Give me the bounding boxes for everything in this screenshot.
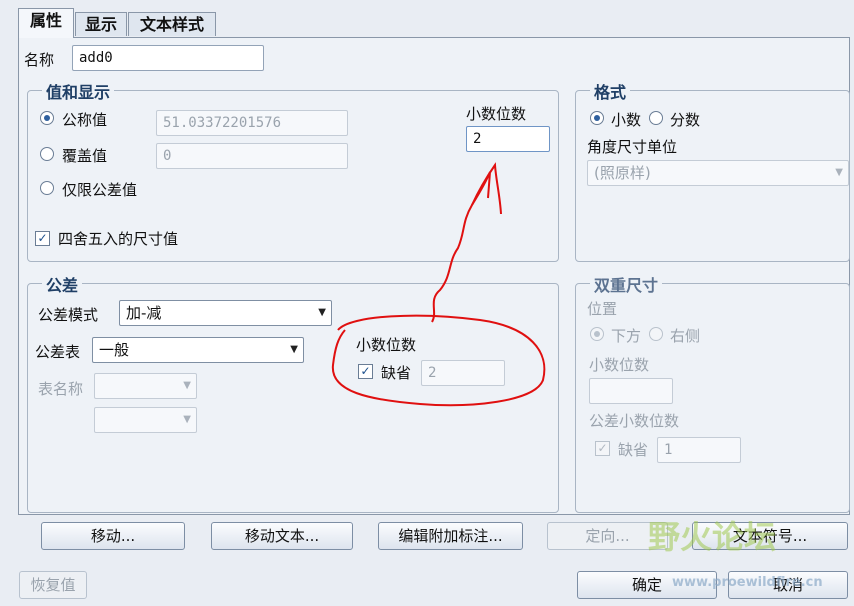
annotation-ellipse bbox=[331, 314, 546, 407]
watermark-url: www.proewildfire.cn bbox=[672, 575, 823, 590]
annotation-arrowhead bbox=[471, 162, 502, 215]
watermark-logo: 野火论坛 bbox=[648, 518, 777, 556]
annotation-arrow-line bbox=[431, 171, 491, 323]
tab-properties[interactable]: 属性 bbox=[18, 8, 74, 38]
